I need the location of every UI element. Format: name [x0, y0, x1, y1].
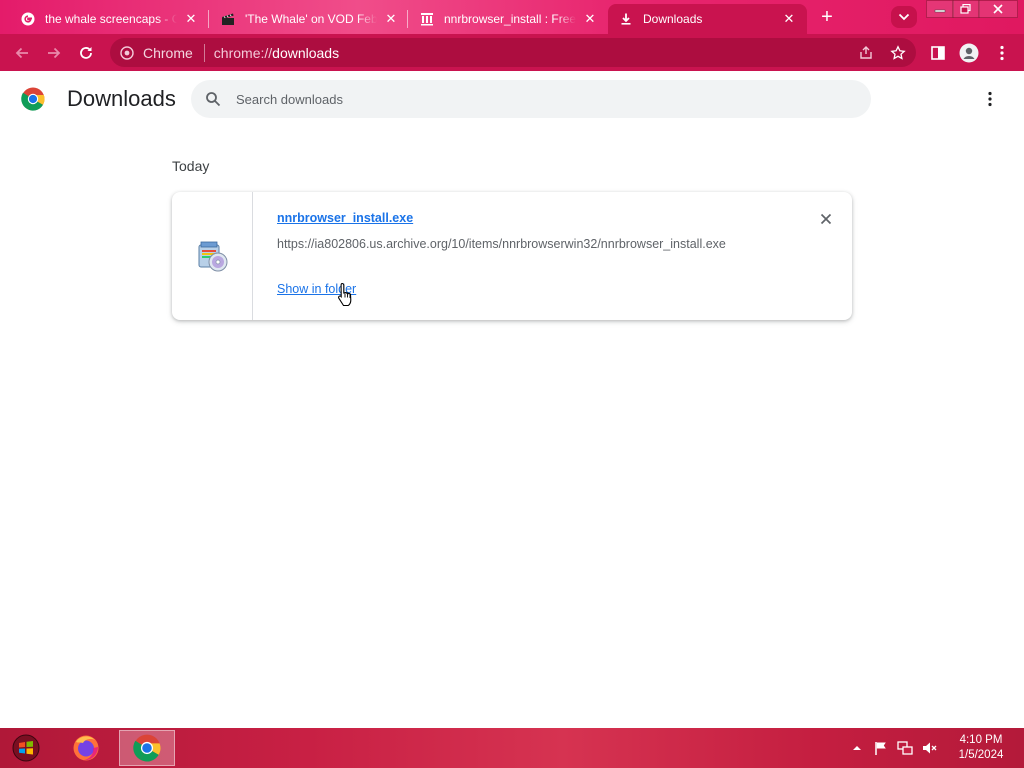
tab-search-button[interactable]: [891, 6, 917, 28]
downloads-menu-button[interactable]: [978, 87, 1002, 111]
show-hidden-icons-button[interactable]: [849, 740, 865, 756]
kebab-menu-icon: [1000, 45, 1004, 61]
kebab-menu-icon: [988, 91, 992, 107]
remove-download-button[interactable]: [817, 210, 835, 228]
close-tab-icon[interactable]: ✕: [781, 11, 797, 27]
side-panel-icon: [931, 46, 945, 60]
profile-button[interactable]: [958, 42, 980, 64]
tab-separator: [208, 10, 209, 28]
network-icon: [897, 741, 913, 755]
forward-button[interactable]: [43, 42, 65, 64]
address-bar[interactable]: Chrome chrome://downloads: [110, 38, 916, 67]
start-orb-icon: [12, 734, 40, 762]
chrome-icon: [133, 734, 161, 762]
close-tab-icon[interactable]: ✕: [183, 11, 199, 27]
avatar-icon: [959, 43, 979, 63]
reload-icon: [80, 47, 92, 59]
browser-menu-button[interactable]: [991, 42, 1013, 64]
page-header: Downloads: [0, 71, 1024, 127]
tab-the-whale-vod[interactable]: 'The Whale' on VOD Feb ✕: [210, 4, 409, 34]
bookmark-button[interactable]: [887, 42, 909, 64]
clapperboard-icon: [220, 11, 236, 27]
arrow-right-icon: [48, 47, 61, 59]
close-tab-icon[interactable]: ✕: [582, 11, 598, 27]
back-button[interactable]: [11, 42, 33, 64]
chrome-page-icon: [119, 45, 135, 61]
restore-icon: [960, 4, 971, 14]
reload-button[interactable]: [75, 42, 97, 64]
close-tab-icon[interactable]: ✕: [383, 11, 399, 27]
taskbar-chrome-button[interactable]: [119, 730, 175, 766]
close-icon: [820, 213, 832, 225]
tab-strip: the whale screencaps - G ✕ 'The Whale' o…: [0, 0, 1024, 34]
tab-title: 'The Whale' on VOD Feb: [245, 12, 377, 26]
share-icon: [860, 46, 872, 59]
network-tray-button[interactable]: [897, 740, 913, 756]
tab-downloads[interactable]: Downloads ✕: [608, 4, 807, 34]
taskbar-clock[interactable]: 4:10 PM 1/5/2024: [950, 733, 1012, 763]
taskbar-firefox-button[interactable]: [58, 730, 114, 766]
volume-muted-icon: [923, 742, 937, 754]
windows-taskbar: 4:10 PM 1/5/2024: [0, 728, 1024, 768]
download-filename-link[interactable]: nnrbrowser_install.exe: [277, 211, 413, 225]
search-downloads-box[interactable]: [191, 80, 871, 118]
arrow-left-icon: [15, 47, 28, 59]
date-group-heading: Today: [172, 158, 210, 174]
firefox-icon: [73, 735, 99, 761]
download-icon: [618, 11, 634, 27]
clock-date: 1/5/2024: [958, 749, 1004, 761]
new-tab-button[interactable]: +: [814, 6, 840, 28]
address-chip-label: Chrome: [143, 44, 193, 61]
installer-icon: [198, 241, 228, 272]
close-window-button[interactable]: [978, 0, 1018, 18]
flag-icon: [875, 742, 886, 755]
address-divider: [203, 43, 205, 62]
share-button[interactable]: [855, 42, 877, 64]
clock-time: 4:10 PM: [959, 734, 1003, 746]
side-panel-button[interactable]: [927, 42, 949, 64]
tab-title: the whale screencaps - G: [45, 12, 177, 26]
tab-nnrbrowser-archive[interactable]: nnrbrowser_install : Free ✕: [409, 4, 608, 34]
url-scheme: chrome://: [213, 44, 273, 61]
start-button[interactable]: [0, 730, 52, 766]
google-icon: [20, 11, 36, 27]
minimize-button[interactable]: [926, 0, 954, 18]
page-title: Downloads: [67, 86, 176, 111]
star-icon: [890, 45, 906, 60]
url-host: downloads: [272, 44, 340, 61]
minimize-icon: [934, 9, 946, 13]
tab-separator: [407, 10, 408, 28]
tab-whale-screencaps[interactable]: the whale screencaps - G ✕: [10, 4, 209, 34]
tab-title: Downloads: [643, 12, 703, 26]
chrome-logo-icon: [21, 87, 45, 111]
hand-pointer-cursor-icon: [338, 282, 352, 307]
archive-icon: [419, 11, 435, 27]
restore-button[interactable]: [952, 0, 980, 18]
download-file-icon-cell: [172, 192, 253, 320]
chevron-up-icon: [853, 746, 861, 750]
downloads-page: Downloads Today nnrbrowser_instal: [0, 71, 1024, 728]
volume-tray-button[interactable]: [921, 740, 937, 756]
search-icon: [203, 89, 223, 109]
download-item-card: nnrbrowser_install.exe https://ia802806.…: [172, 192, 852, 320]
tab-title: nnrbrowser_install : Free: [444, 12, 576, 26]
search-input[interactable]: [236, 91, 836, 107]
action-center-tray-button[interactable]: [873, 740, 889, 756]
chevron-down-icon: [898, 13, 910, 21]
download-source-url[interactable]: https://ia802806.us.archive.org/10/items…: [277, 237, 726, 251]
close-icon: [993, 4, 1003, 14]
browser-toolbar: Chrome chrome://downloads: [0, 34, 1024, 71]
